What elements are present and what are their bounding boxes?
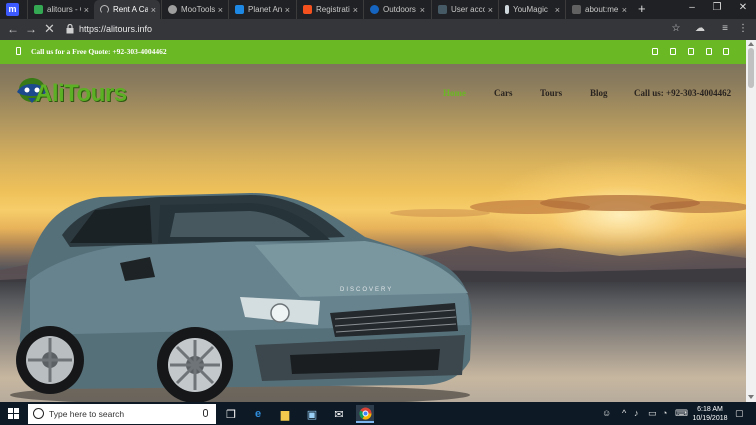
clock-date: 10/19/2018: [692, 415, 728, 422]
keyboard-icon[interactable]: ⌨: [675, 408, 688, 419]
action-center-icon[interactable]: ▢: [735, 408, 744, 419]
task-view-icon[interactable]: ❐: [222, 405, 240, 423]
social-facebook-icon[interactable]: [652, 48, 658, 55]
social-linkedin-icon[interactable]: [706, 48, 712, 55]
mail-icon[interactable]: ✉: [330, 405, 348, 423]
clock-time: 6:18 AM: [697, 406, 723, 413]
tab-favicon-icon: [505, 5, 509, 14]
tab-title: alitours - G: [47, 5, 81, 14]
cortana-icon: [33, 408, 44, 419]
tab-registration[interactable]: Registratio ×: [296, 0, 362, 19]
address-bar-url[interactable]: https://alitours.info: [79, 24, 152, 34]
new-tab-button[interactable]: +: [638, 1, 646, 16]
social-twitter-icon[interactable]: [670, 48, 676, 55]
scroll-down-icon[interactable]: [748, 395, 754, 399]
scroll-up-icon[interactable]: [748, 42, 754, 46]
tab-title: Planet Ana: [248, 5, 282, 14]
tab-title: YouMagic: [513, 5, 548, 14]
maximize-button[interactable]: ❐: [707, 2, 727, 13]
page-scrollbar[interactable]: [746, 40, 756, 402]
screen: m alitours - G × Rent A Car × MooTools ×…: [0, 0, 756, 425]
forward-arrow-icon[interactable]: →: [25, 22, 37, 36]
microphone-icon[interactable]: [203, 409, 208, 417]
store-icon[interactable]: ▣: [303, 405, 321, 423]
taskbar-search-placeholder: Type here to search: [49, 409, 125, 419]
stop-loading-icon[interactable]: ✕: [44, 21, 55, 37]
windows-taskbar: Type here to search ❐ e ▆ ▣ ✉ ☺ ^ ♪ ▭ ◔ …: [0, 402, 756, 425]
site-logo-text[interactable]: AliTours: [35, 80, 127, 108]
chrome-taskbar-icon[interactable]: [356, 405, 374, 423]
back-arrow-icon[interactable]: ←: [7, 22, 19, 36]
extension-cloud-icon[interactable]: ☁: [694, 23, 706, 35]
scrollbar-thumb[interactable]: [748, 48, 754, 88]
tab-user-account[interactable]: User accou ×: [431, 0, 497, 19]
tab-favicon-icon: [168, 5, 177, 14]
close-window-button[interactable]: ✕: [733, 2, 753, 13]
people-icon[interactable]: ☺: [602, 408, 611, 418]
show-hidden-icons-chevron-icon[interactable]: ^: [622, 408, 626, 418]
tab-title: User accou: [451, 5, 485, 14]
tab-mootools[interactable]: MooTools ×: [161, 0, 227, 19]
browser-toolbar: ← → ✕ https://alitours.info ☆ ☁ ≡ ⋮: [0, 19, 756, 40]
tab-close-icon[interactable]: ×: [622, 5, 627, 15]
app-menu-icon[interactable]: m: [6, 3, 19, 16]
tab-close-icon[interactable]: ×: [84, 5, 89, 15]
nav-call-us[interactable]: Call us: +92-303-4004462: [634, 88, 731, 98]
tab-title: Outdoors: [383, 5, 416, 14]
tab-title: Registratio: [316, 5, 350, 14]
nav-home[interactable]: Home: [443, 88, 466, 98]
tab-favicon-icon: [438, 5, 447, 14]
tab-title: about:me: [585, 5, 619, 14]
tab-favicon-icon: [235, 5, 244, 14]
quote-bar: Call us for a Free Quote: +92-303-400446…: [0, 40, 746, 64]
tab-favicon-icon: [34, 5, 43, 14]
battery-icon[interactable]: ▭: [648, 408, 657, 419]
minimize-button[interactable]: –: [682, 2, 702, 13]
bookmark-star-icon[interactable]: ☆: [670, 23, 682, 35]
taskbar-clock[interactable]: 6:18 AM 10/19/2018: [690, 405, 730, 423]
tab-close-icon[interactable]: ×: [151, 5, 156, 15]
tab-close-icon[interactable]: ×: [285, 5, 290, 15]
tab-close-icon[interactable]: ×: [420, 5, 425, 15]
tab-about-me[interactable]: about:me ×: [565, 0, 631, 19]
tab-close-icon[interactable]: ×: [555, 5, 560, 15]
tab-planet-ana[interactable]: Planet Ana ×: [228, 0, 294, 19]
extension-stack-icon[interactable]: ≡: [719, 23, 731, 35]
tab-alitours[interactable]: alitours - G ×: [27, 0, 93, 19]
tab-rent-a-car[interactable]: Rent A Car ×: [94, 0, 160, 19]
browser-menu-icon[interactable]: ⋮: [737, 23, 749, 35]
nav-tours[interactable]: Tours: [540, 88, 562, 98]
web-page: Call us for a Free Quote: +92-303-400446…: [0, 40, 746, 402]
edge-browser-icon[interactable]: e: [249, 405, 267, 423]
tab-close-icon[interactable]: ×: [218, 5, 223, 15]
wifi-icon[interactable]: ◔: [662, 408, 667, 418]
chrome-logo-icon: [358, 407, 371, 420]
taskbar-search-box[interactable]: Type here to search: [28, 404, 216, 424]
svg-text:DISCOVERY: DISCOVERY: [340, 287, 393, 293]
tab-title: MooTools: [181, 5, 215, 14]
tab-title: Rent A Car: [113, 5, 148, 14]
social-googleplus-icon[interactable]: [688, 48, 694, 55]
social-instagram-icon[interactable]: [723, 48, 729, 55]
browser-tab-strip: m alitours - G × Rent A Car × MooTools ×…: [0, 0, 756, 19]
tab-favicon-icon: [100, 5, 109, 14]
tab-favicon-icon: [370, 5, 379, 14]
file-explorer-icon[interactable]: ▆: [276, 405, 294, 423]
tab-youmagic[interactable]: YouMagic ×: [498, 0, 564, 19]
suv-hero-image: DISCOVERY: [10, 193, 473, 402]
nav-cars[interactable]: Cars: [494, 88, 513, 98]
free-quote-text: Call us for a Free Quote: +92-303-400446…: [31, 47, 167, 56]
nav-blog[interactable]: Blog: [590, 88, 608, 98]
volume-icon[interactable]: ♪: [634, 408, 639, 418]
phone-icon: [16, 47, 21, 55]
tab-close-icon[interactable]: ×: [488, 5, 493, 15]
tab-favicon-icon: [303, 5, 312, 14]
tab-favicon-icon: [572, 5, 581, 14]
tab-outdoors[interactable]: Outdoors ×: [363, 0, 429, 19]
windows-start-icon[interactable]: [8, 408, 19, 419]
lock-icon[interactable]: [66, 24, 74, 34]
tab-close-icon[interactable]: ×: [353, 5, 358, 15]
